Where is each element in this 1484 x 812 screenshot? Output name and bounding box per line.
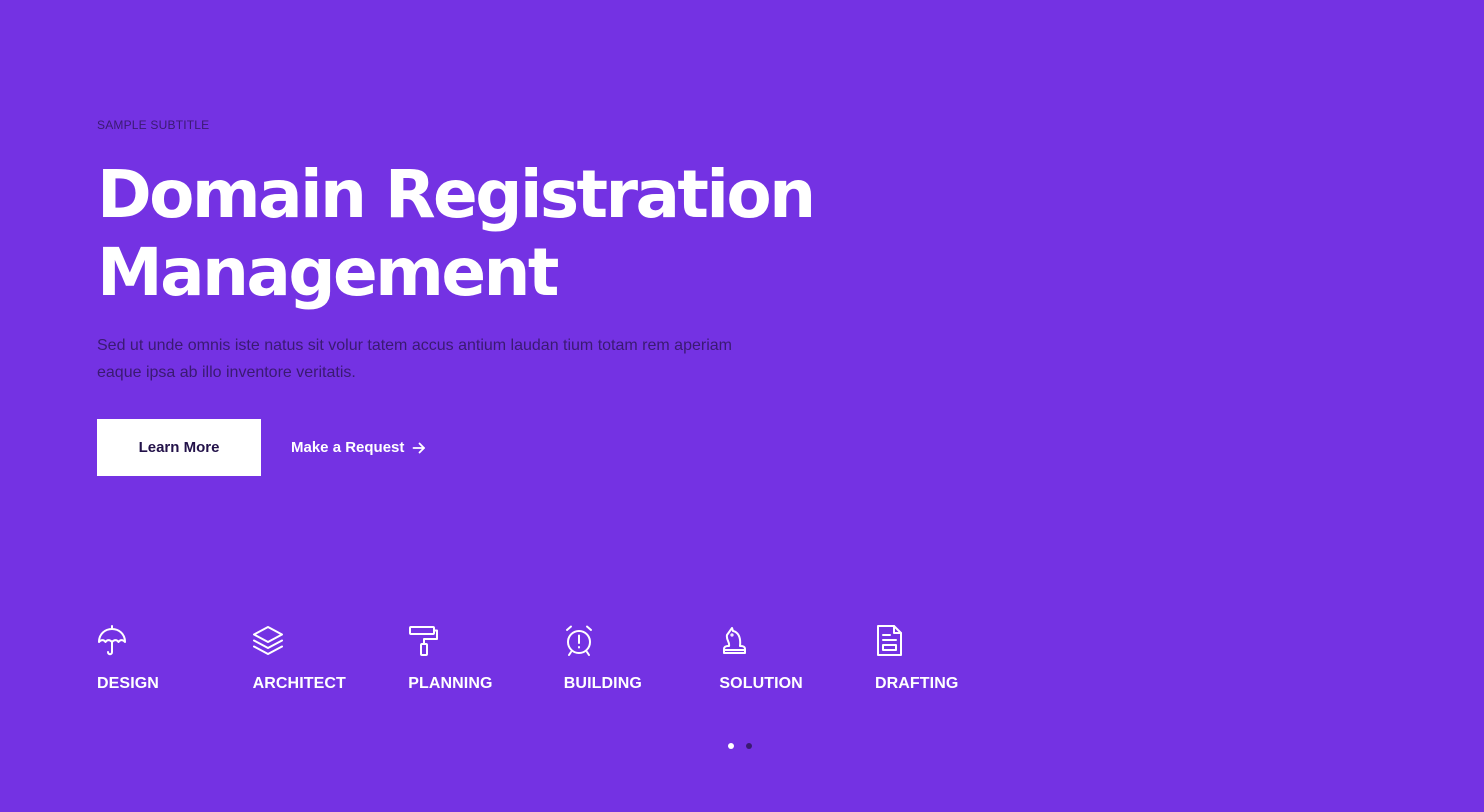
arrow-right-icon bbox=[412, 442, 426, 453]
pagination-dot[interactable] bbox=[728, 743, 734, 749]
document-icon bbox=[876, 625, 902, 656]
feature-item-design[interactable]: DESIGN bbox=[97, 624, 253, 693]
alarm-clock-icon bbox=[565, 625, 592, 656]
feature-label: DESIGN bbox=[97, 675, 159, 692]
hero-title-line-1: Domain Registration bbox=[97, 156, 816, 233]
feature-item-drafting[interactable]: DRAFTING bbox=[875, 624, 1031, 693]
feature-label: DRAFTING bbox=[874, 675, 959, 692]
umbrella-icon bbox=[98, 625, 126, 656]
feature-item-solution[interactable]: SOLUTION bbox=[719, 624, 875, 693]
pagination-dot[interactable] bbox=[746, 743, 752, 749]
hero-title-line-2: Management bbox=[97, 234, 559, 311]
feature-item-building[interactable]: BUILDING bbox=[564, 624, 720, 693]
feature-item-architect[interactable]: ARCHITECT bbox=[252, 624, 409, 693]
feature-label: ARCHITECT bbox=[252, 675, 346, 692]
feature-label: BUILDING bbox=[563, 675, 642, 692]
make-request-label: Make a Request bbox=[291, 439, 405, 456]
hero-actions: Learn More Make a Request bbox=[97, 419, 426, 476]
hero-title: Domain Registration Management bbox=[97, 156, 857, 312]
feature-label: PLANNING bbox=[408, 675, 493, 692]
slider-pagination bbox=[728, 743, 752, 749]
learn-more-button[interactable]: Learn More bbox=[97, 419, 261, 476]
hero-section: SAMPLE SUBTITLE Domain Registration Mana… bbox=[97, 116, 857, 386]
chess-knight-icon bbox=[723, 627, 747, 654]
feature-label: SOLUTION bbox=[719, 675, 803, 692]
hero-subtitle: SAMPLE SUBTITLE bbox=[97, 118, 210, 132]
feature-list: DESIGN ARCHITECT PLANNING BUILDING SOLUT… bbox=[97, 624, 1031, 693]
feature-item-planning[interactable]: PLANNING bbox=[408, 624, 564, 693]
paint-roller-icon bbox=[409, 626, 439, 656]
layers-icon bbox=[252, 626, 283, 655]
make-request-link[interactable]: Make a Request bbox=[291, 439, 426, 456]
hero-description: Sed ut unde omnis iste natus sit volur t… bbox=[97, 337, 732, 381]
